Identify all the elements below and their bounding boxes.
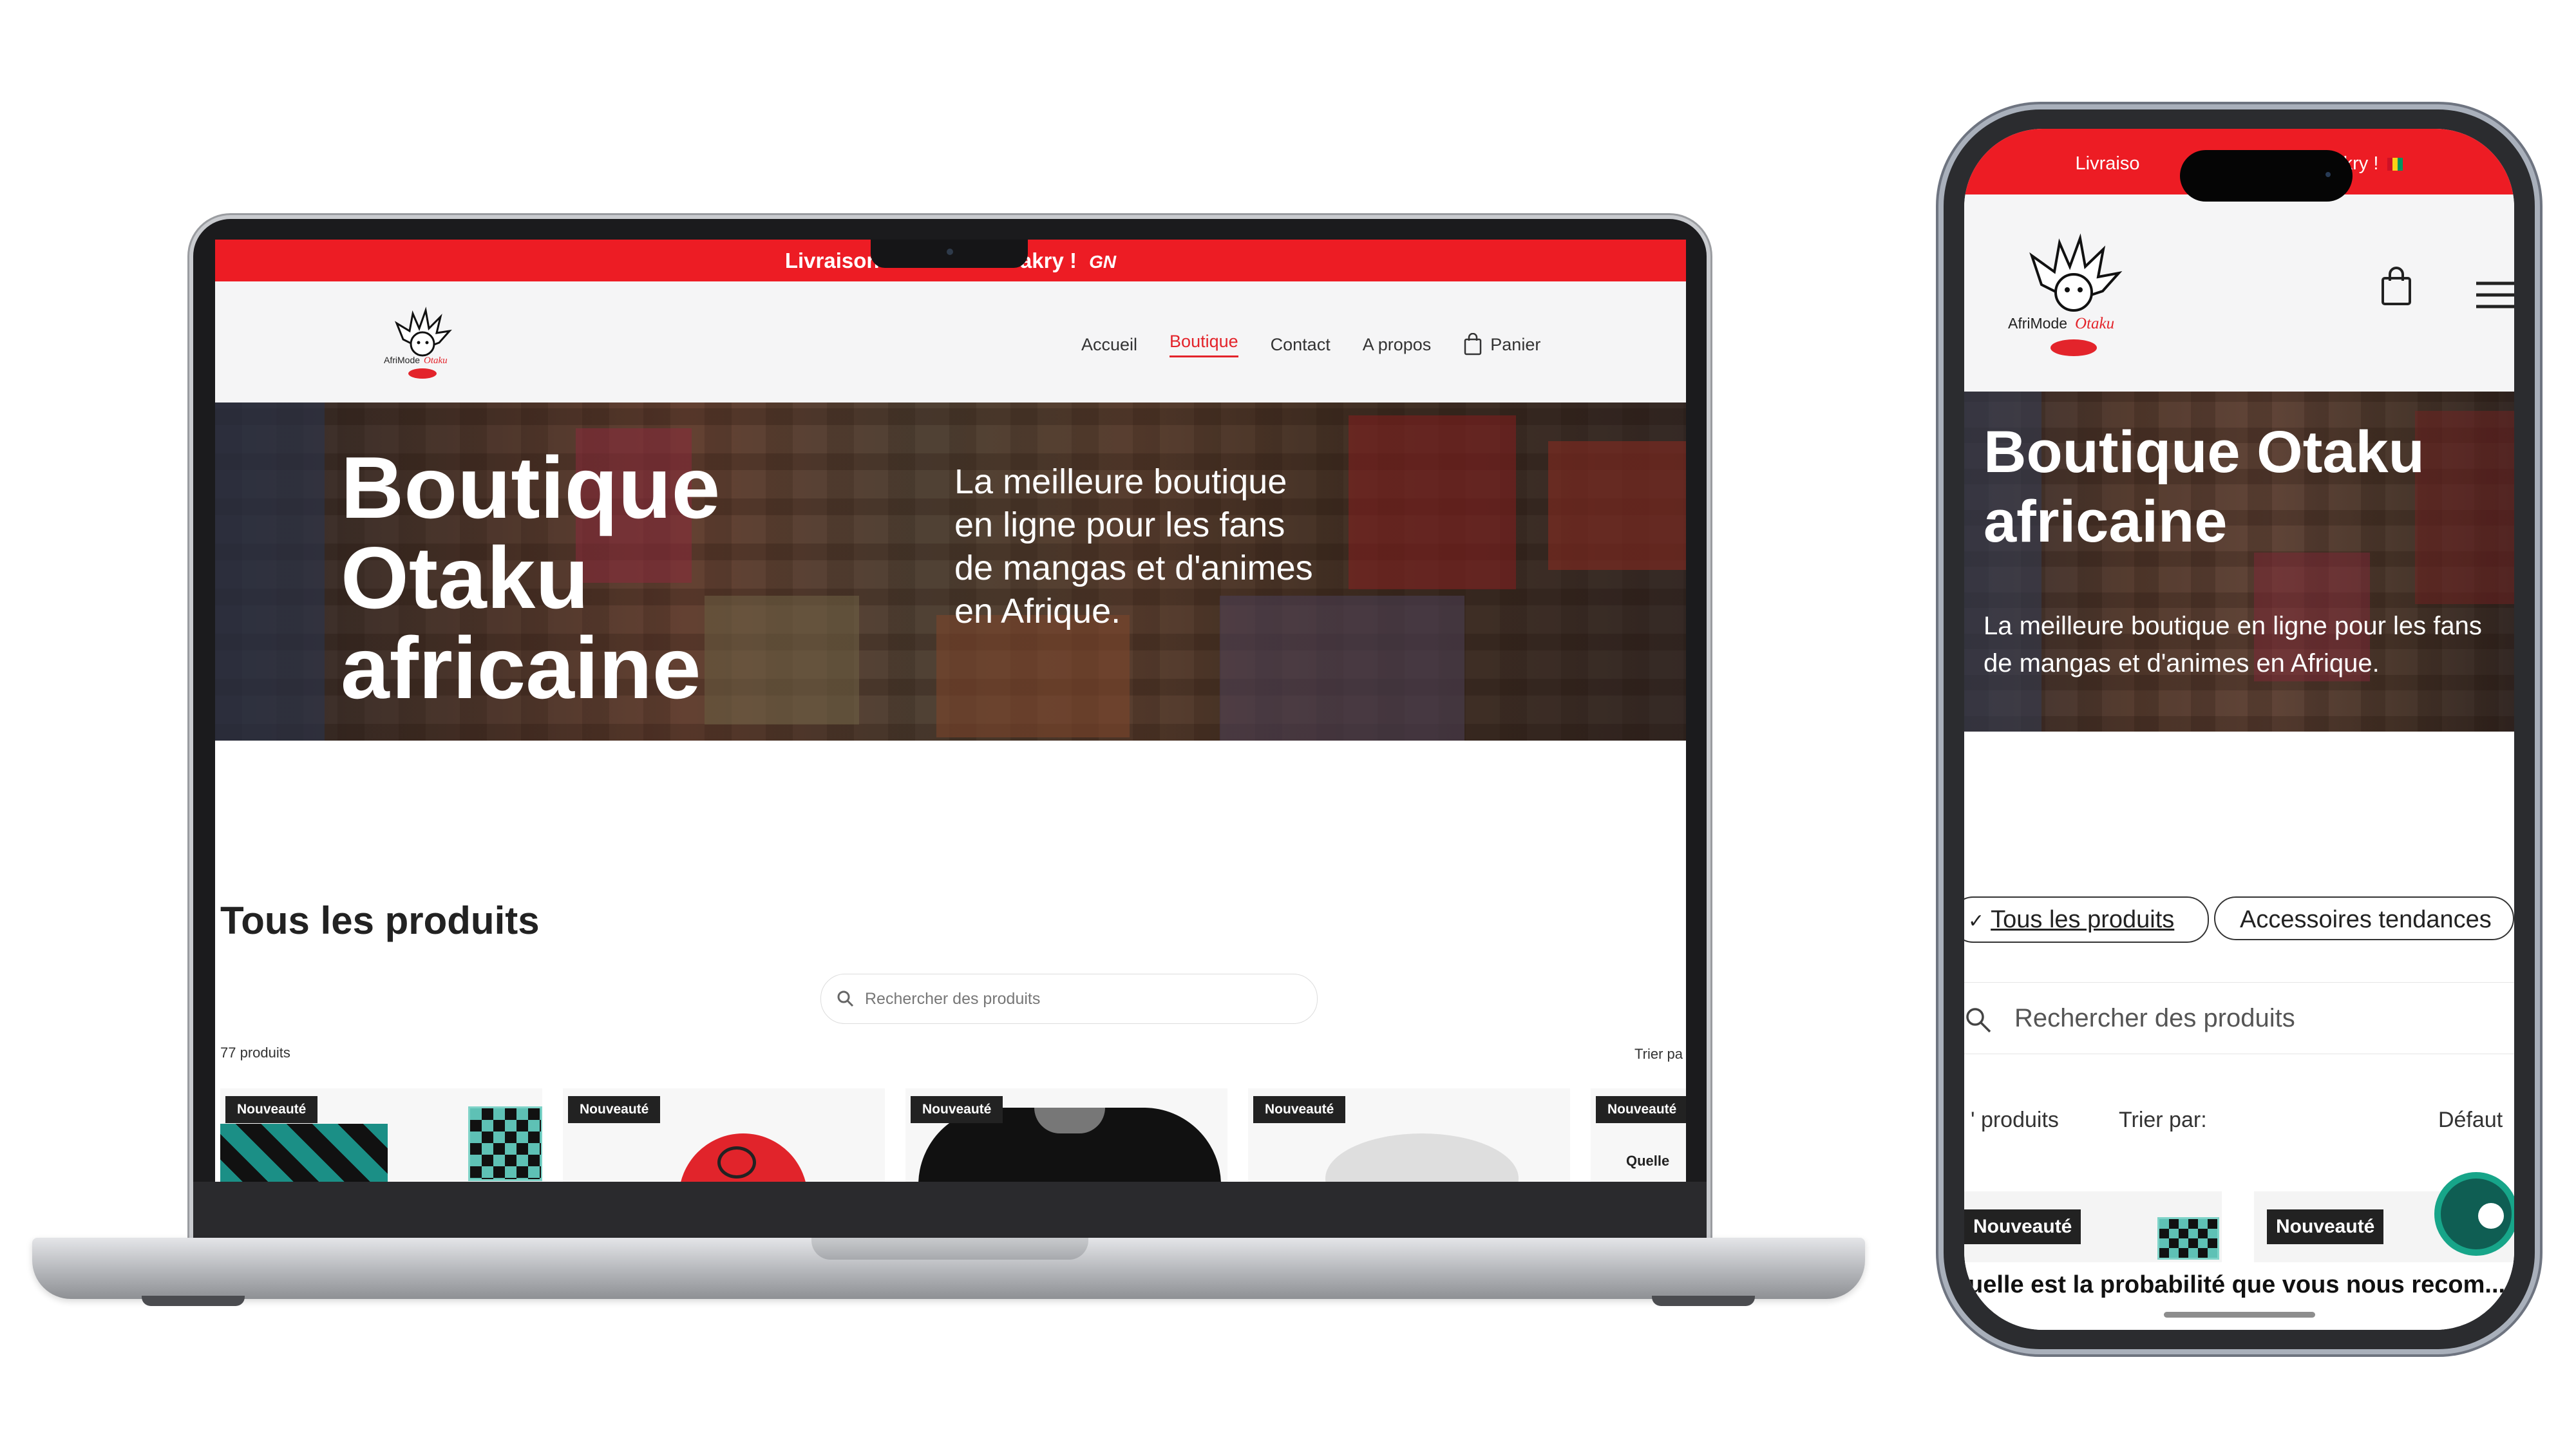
laptop-foot (1652, 1296, 1755, 1306)
product-search-input[interactable]: Rechercher des produits (1964, 982, 2514, 1054)
product-card[interactable]: Nouveauté (220, 1088, 542, 1182)
filter-chip-all-products[interactable]: ✓ Tous les produits (1964, 896, 2209, 943)
main-nav: Accueil Boutique Contact A propos Panier (1081, 332, 1540, 357)
hero-subtitle: La meilleure boutique en ligne pour les … (954, 462, 1313, 630)
new-badge: Nouveauté (225, 1096, 318, 1123)
search-icon (1966, 1008, 1991, 1033)
product-card[interactable]: Nouveauté (1248, 1088, 1570, 1182)
product-count: 77 produits (220, 1045, 290, 1061)
sort-label: Trier par: (2119, 1108, 2207, 1132)
hero-subtitle: La meilleure boutique en ligne pour les … (1984, 612, 2482, 677)
check-icon: ✓ (1968, 911, 1985, 932)
new-badge: Nouveauté (1964, 1209, 2081, 1244)
new-badge: Nouveauté (568, 1096, 661, 1123)
site-header: AfriMode Otaku (1964, 194, 2514, 392)
search-placeholder: Rechercher des produits (2014, 1004, 2295, 1032)
laptop-opening-lip (811, 1238, 1088, 1260)
logo-text-afrimode: AfriMode (2008, 315, 2067, 332)
dynamic-island (2180, 150, 2353, 202)
product-count: ' produits (1971, 1108, 2059, 1132)
product-search-input[interactable]: Rechercher des produits (820, 974, 1318, 1024)
svg-text:AfriMode: AfriMode (384, 355, 420, 365)
phone-volume-button (1938, 464, 1943, 541)
nav-accueil[interactable]: Accueil (1081, 335, 1137, 355)
shopping-bag-icon[interactable] (2380, 267, 2413, 307)
sort-select[interactable]: Défaut (2438, 1108, 2503, 1133)
search-icon (837, 990, 854, 1007)
new-badge: Nouveauté (1596, 1096, 1686, 1123)
banner-text-end: akry ! (1019, 249, 1077, 272)
new-badge: Nouveauté (911, 1096, 1003, 1123)
home-indicator[interactable] (2164, 1312, 2315, 1318)
section-title: Tous les produits (220, 899, 540, 942)
chat-button[interactable] (2434, 1172, 2514, 1256)
filter-chip-accessories[interactable]: Accessoires tendances (2214, 896, 2514, 940)
phone-screen: Livraiso kry ! AfriMode Otaku Boutique O… (1964, 129, 2514, 1330)
nav-boutique[interactable]: Boutique (1170, 332, 1238, 357)
banner-text: Livraison (784, 249, 880, 272)
cart-label: Panier (1490, 334, 1541, 354)
nav-contact[interactable]: Contact (1271, 335, 1331, 355)
afrimode-otaku-logo[interactable]: AfriMode Otaku (377, 304, 468, 384)
search-placeholder: Rechercher des produits (865, 990, 1041, 1008)
sort-label[interactable]: Trier pa (1634, 1046, 1683, 1063)
guinea-flag-icon: GN (1089, 252, 1117, 272)
chat-bubble-icon (2478, 1203, 2504, 1229)
hamburger-menu-icon[interactable] (2476, 279, 2514, 310)
site-header: AfriMode Otaku Accueil Boutique Contact … (215, 281, 1686, 402)
logo-text-otaku: Otaku (2075, 315, 2114, 332)
chip-label: Tous les produits (1991, 906, 2175, 933)
product-card[interactable]: Nouveauté (905, 1088, 1227, 1182)
laptop-bezel-bottom (193, 1182, 1707, 1246)
hero-title: Boutique Otaku africaine (1984, 419, 2425, 554)
new-badge: Nouveauté (2267, 1209, 2384, 1244)
camera-icon (947, 249, 953, 255)
afrimode-otaku-logo[interactable]: AfriMode Otaku (2003, 227, 2145, 368)
hero-banner: Boutique Otaku africaine La meilleure bo… (1964, 392, 2514, 732)
shopping-bag-icon (1464, 333, 1482, 355)
survey-popup-text[interactable]: Quelle (1626, 1153, 1669, 1170)
product-card[interactable]: Nouveauté Quelle (1591, 1088, 1686, 1182)
phone-power-button (2535, 451, 2541, 580)
banner-text: Livraiso (2075, 153, 2140, 174)
hero-title: Boutique Otaku africaine (341, 439, 721, 717)
product-card[interactable]: Nouveauté (563, 1088, 885, 1182)
laptop-screen: Livraison akry ! GN AfriMode Otaku Accue… (215, 240, 1686, 1182)
phone-volume-button (1938, 361, 1943, 438)
new-badge: Nouveauté (1253, 1096, 1346, 1123)
hero-banner: Boutique Otaku africaine La meilleure bo… (215, 402, 1686, 741)
nav-a-propos[interactable]: A propos (1363, 335, 1432, 355)
laptop-foot (142, 1296, 245, 1306)
chip-label: Accessoires tendances (2240, 906, 2492, 933)
survey-question: uelle est la probabilité que vous nous r… (1968, 1271, 2506, 1298)
camera-icon (2325, 172, 2331, 177)
svg-text:Otaku: Otaku (424, 355, 448, 366)
cart-link[interactable]: Panier (1463, 333, 1540, 356)
survey-prompt[interactable]: uelle est la probabilité que vous nous r… (1964, 1262, 2514, 1330)
guinea-flag-icon (2387, 158, 2403, 171)
